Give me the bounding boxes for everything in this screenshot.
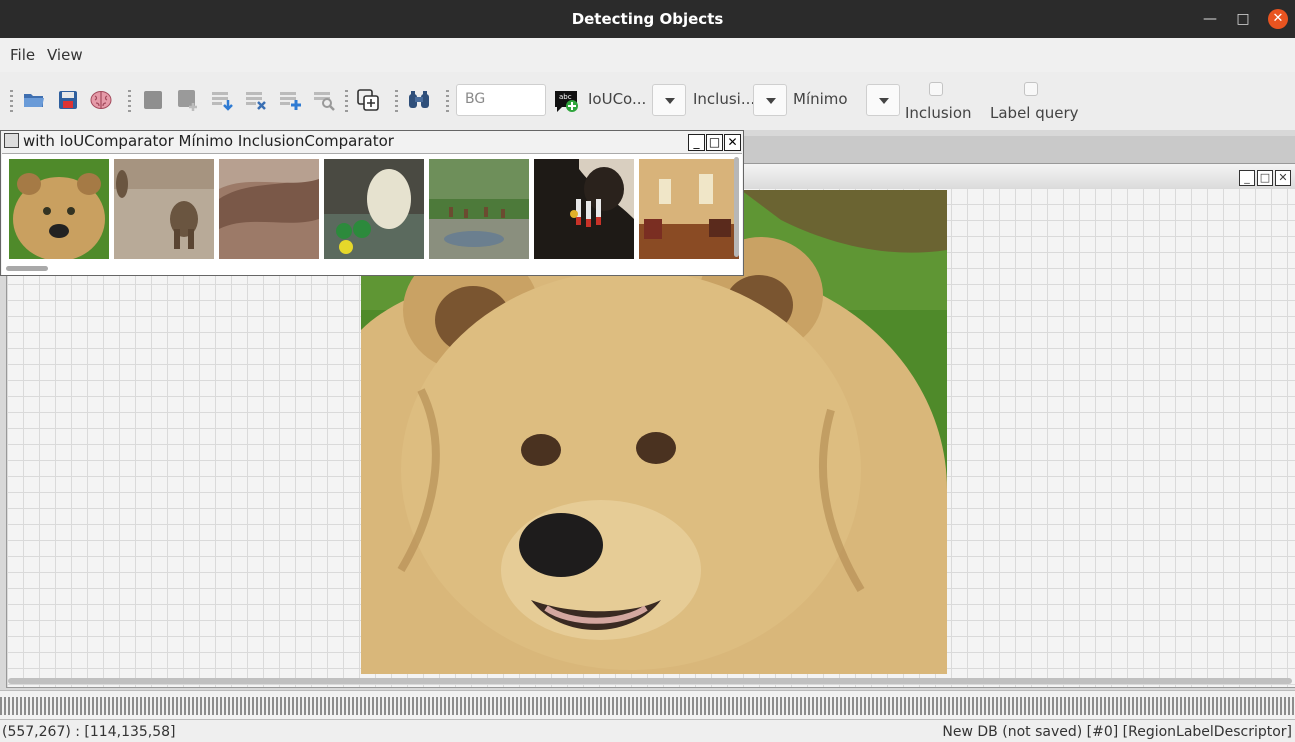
toolbar-grip[interactable] — [128, 90, 131, 112]
cursor-pixel-readout: (557,267) : [114,135,58] — [2, 724, 176, 740]
save-icon[interactable] — [56, 88, 80, 112]
thumbnail-bear-walking[interactable] — [114, 159, 214, 259]
subwindow-close-button[interactable]: ✕ — [1275, 170, 1291, 186]
frame-timeline-strip[interactable] — [0, 690, 1295, 720]
add-shape-icon[interactable] — [176, 88, 200, 112]
aggregator-dropdown[interactable] — [866, 84, 900, 116]
canvas-horizontal-scrollbar[interactable] — [8, 678, 1292, 684]
menu-file[interactable]: File — [10, 46, 35, 64]
database-status: New DB (not saved) [#0] [RegionLabelDesc… — [942, 724, 1292, 740]
inclusion-checkbox[interactable] — [929, 82, 943, 96]
toolbar-grip[interactable] — [395, 90, 398, 112]
subwindow-maximize-button[interactable]: □ — [1257, 170, 1273, 186]
label-add-icon[interactable]: abc — [552, 86, 580, 114]
title-bar: Detecting Objects — □ ✕ — [0, 0, 1295, 38]
toolbar-grip[interactable] — [446, 90, 449, 112]
thumbnail-window-titlebar[interactable]: with IoUComparator Mínimo InclusionCompa… — [1, 131, 743, 151]
image-subwindow-titlebar[interactable]: _ □ ✕ — [740, 163, 1295, 188]
toolbar-grip[interactable] — [345, 90, 348, 112]
menu-bar: File View — [0, 38, 1295, 72]
thumbwin-close-button[interactable]: ✕ — [724, 134, 741, 151]
thumbnail-horizontal-scrollbar[interactable] — [6, 266, 48, 271]
maximize-button[interactable]: □ — [1233, 9, 1253, 29]
inclusion-comparator-label: Inclusi... — [693, 90, 756, 108]
thumbnail-strip — [2, 153, 742, 275]
thumbnail-vertical-scrollbar[interactable] — [734, 157, 739, 257]
iou-comparator-label: IoUCo... — [588, 90, 647, 108]
binoculars-icon[interactable] — [407, 88, 431, 112]
add-icon[interactable] — [278, 88, 302, 112]
window-title: Detecting Objects — [571, 10, 724, 28]
thumbwin-minimize-button[interactable]: _ — [688, 134, 705, 151]
open-folder-icon[interactable] — [22, 88, 46, 112]
thumbnail-window: with IoUComparator Mínimo InclusionCompa… — [0, 130, 744, 276]
mdi-background-bar — [740, 136, 1295, 164]
status-bar: (557,267) : [114,135,58] New DB (not sav… — [0, 722, 1295, 742]
label-query-checkbox-label: Label query — [990, 104, 1079, 122]
window-app-icon — [4, 133, 19, 148]
svg-text:abc: abc — [559, 93, 572, 101]
close-button[interactable]: ✕ — [1268, 9, 1288, 29]
thumbnail-fur-closeup[interactable] — [219, 159, 319, 259]
bg-label-field[interactable]: BG — [456, 84, 546, 116]
delete-icon[interactable] — [244, 88, 268, 112]
thumbnail-deer-waterhole[interactable] — [429, 159, 529, 259]
inclusion-checkbox-label: Inclusion — [905, 104, 972, 122]
subwindow-minimize-button[interactable]: _ — [1239, 170, 1255, 186]
label-query-checkbox[interactable] — [1024, 82, 1038, 96]
thumbnail-window-title: with IoUComparator Mínimo InclusionCompa… — [23, 132, 394, 150]
aggregator-label: Mínimo — [793, 90, 848, 108]
square-icon[interactable] — [141, 88, 165, 112]
thumbnail-polar-bear-pool[interactable] — [324, 159, 424, 259]
brain-icon[interactable] — [89, 88, 113, 112]
thumbnail-living-room[interactable] — [639, 159, 739, 259]
minimize-button[interactable]: — — [1200, 9, 1220, 29]
thumbwin-maximize-button[interactable]: □ — [706, 134, 723, 151]
toolbar: BG abc IoUCo... Inclusi... Mínimo Inclus… — [0, 72, 1295, 130]
copy-add-icon[interactable] — [356, 88, 380, 112]
inclusion-comparator-dropdown[interactable] — [753, 84, 787, 116]
thumbnail-bear-face[interactable] — [9, 159, 109, 259]
find-icon[interactable] — [312, 88, 336, 112]
iou-comparator-dropdown[interactable] — [652, 84, 686, 116]
import-icon[interactable] — [210, 88, 234, 112]
menu-view[interactable]: View — [47, 46, 83, 64]
toolbar-grip[interactable] — [10, 90, 13, 112]
thumbnail-cow-milking[interactable] — [534, 159, 634, 259]
